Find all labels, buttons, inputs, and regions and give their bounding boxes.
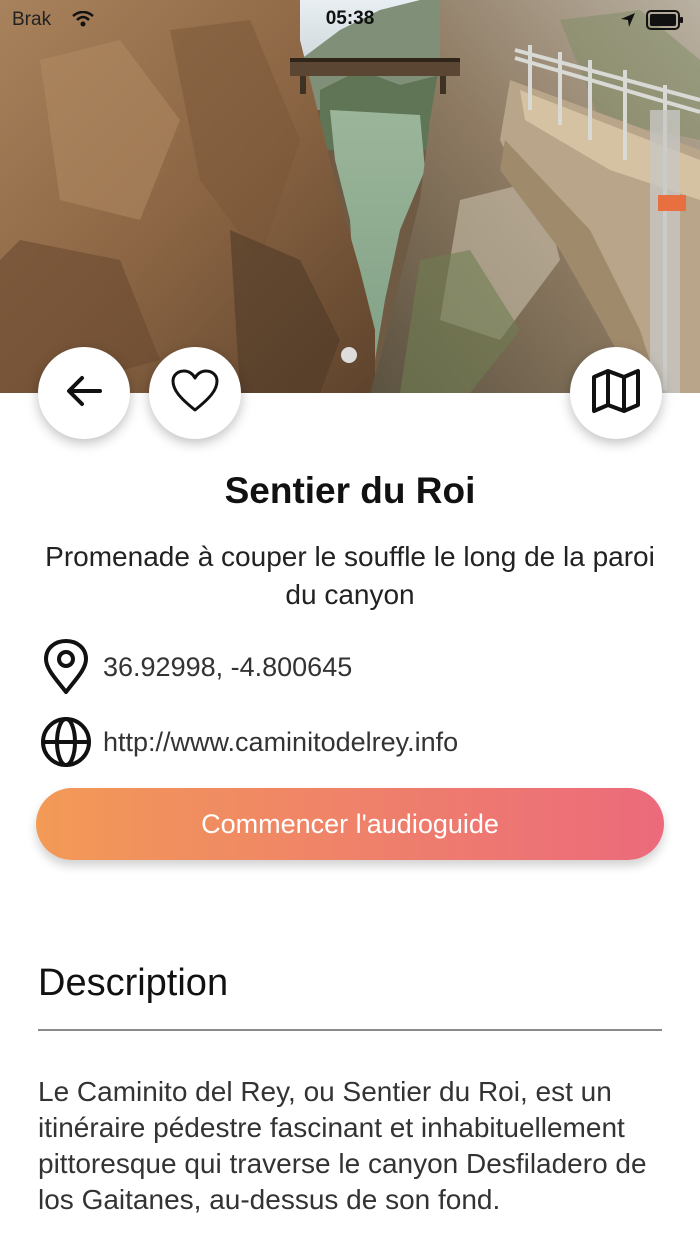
favorite-button[interactable] xyxy=(149,347,241,439)
website-row[interactable]: http://www.caminitodelrey.info xyxy=(38,714,458,770)
location-pin-icon xyxy=(38,639,94,695)
heart-icon xyxy=(170,368,220,419)
description-heading: Description xyxy=(38,962,229,1004)
back-button[interactable] xyxy=(38,347,130,439)
start-audioguide-button[interactable]: Commencer l'audioguide xyxy=(36,788,664,860)
coordinates-row[interactable]: 36.92998, -4.800645 xyxy=(38,639,352,695)
place-title: Sentier du Roi xyxy=(224,470,476,511)
canyon-photo xyxy=(0,0,700,393)
map-icon xyxy=(591,368,641,419)
arrow-left-icon xyxy=(62,369,106,418)
battery-icon xyxy=(646,10,684,30)
location-arrow-icon xyxy=(620,12,636,28)
carousel-page-indicator[interactable] xyxy=(341,347,357,363)
divider xyxy=(38,1029,662,1031)
hero-image[interactable]: Brak 05:38 xyxy=(0,0,700,393)
status-bar: Brak 05:38 xyxy=(0,0,700,40)
place-subtitle: Promenade à couper le souffle le long de… xyxy=(45,541,655,610)
globe-icon xyxy=(38,714,94,770)
coordinates-text: 36.92998, -4.800645 xyxy=(103,651,353,682)
map-button[interactable] xyxy=(570,347,662,439)
clock: 05:38 xyxy=(325,8,375,29)
website-link[interactable]: http://www.caminitodelrey.info xyxy=(103,727,458,758)
description-text: Le Caminito del Rey, ou Sentier du Roi, … xyxy=(38,1076,647,1215)
